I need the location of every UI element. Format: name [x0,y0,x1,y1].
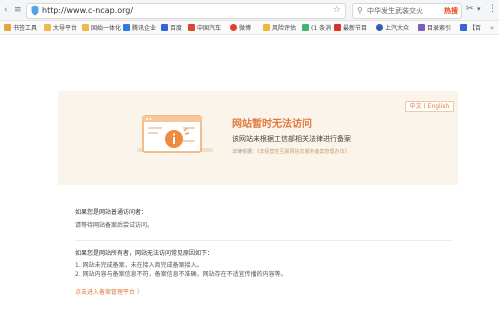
bookmark-item[interactable]: 上汽大众 [376,22,409,33]
search-icon: ⚲ [357,6,363,15]
browser-toolbar: ‹ ≡ http://www.c-ncap.org/ ☆ ⚲ 中华发生武装交火 … [0,0,499,21]
site-icon [334,24,341,31]
visitor-line: 请等待网站备案后尝试访问。 [75,222,154,229]
bookmark-item[interactable]: 最新节目 [334,22,367,33]
bookmark-label: 固始一体化 [91,25,122,32]
bookmark-label: 风险评估 [272,25,297,32]
language-switch[interactable]: 中文丨English [405,101,454,112]
bookmark-label: 微博 [239,25,252,32]
bookmark-item[interactable]: 固始一体化 [82,22,121,33]
notice-title: 网站暂时无法访问 [232,119,312,130]
bookmark-item[interactable]: 中国汽车 [188,22,221,33]
bookmark-star-icon[interactable]: ☆ [333,4,341,17]
address-bar[interactable]: http://www.c-ncap.org/ ☆ [26,3,346,19]
chat-icon [302,24,309,31]
dropdown-icon[interactable]: ▾ [477,3,481,16]
weibo-icon [230,24,237,31]
bookmark-label: 上汽大众 [385,25,410,32]
scissors-icon[interactable]: ✂ [466,3,474,16]
bookmark-label: 书签工具 [13,25,38,32]
bookmark-item[interactable]: (1 条消 [302,22,331,33]
menu-icon[interactable]: ≡ [14,4,22,16]
bookmark-label: 目录索引 [427,25,452,32]
legal-link[interactable]: 《非经营性互联网信息服务备案管理办法》 [257,149,350,155]
filing-platform-link[interactable]: 点击进入备案管理平台 〉 [75,289,143,297]
legal-basis: 法律依据：《非经营性互联网信息服务备案管理办法》 [232,149,350,156]
bookmark-item[interactable]: 风险评估 [263,22,296,33]
folder-icon [44,24,51,31]
bookmark-label: 大导平台 [53,25,78,32]
bookmark-label: 中国汽车 [197,25,222,32]
bookmark-label: 【百 [469,25,482,32]
owner-reason-2: 2. 网站内容与备案信息不符，备案信息不准确，网站存在不适宜传播的内容等。 [75,271,287,278]
bookmark-label: 腾讯企业 [132,25,157,32]
browser-warning-illustration [137,115,213,153]
bookmark-label: 最新节目 [343,25,368,32]
bookmark-label: (1 条消 [311,25,332,32]
more-icon[interactable]: ⋮ [488,3,497,16]
bookmarks-bar: 书签工具 大导平台 固始一体化 腾讯企业 百度 中国汽车 微博 风险评估 (1 … [0,21,499,35]
bookmark-item[interactable]: 微博 [230,22,251,33]
notice-subtitle: 该网站未根据工信部相关法律进行备案 [232,135,351,143]
bookmark-label: 百度 [170,25,183,32]
folder-icon [263,24,270,31]
search-box[interactable]: ⚲ 中华发生武装交火 热搜 [352,3,462,19]
vw-icon [376,24,383,31]
site-icon [460,24,467,31]
shield-icon [31,5,39,16]
back-icon[interactable]: ‹ [4,4,8,16]
bookmark-item[interactable]: 【百 [460,22,481,33]
tencent-icon [123,24,130,31]
legal-prefix: 法律依据： [232,149,258,155]
bookmark-item[interactable]: 书签工具 [4,22,37,33]
owner-reason-1: 1. 网站未完成备案，未在接入商完成备案接入。 [75,262,203,269]
owner-heading: 如果您是网站所有者，网站无法访问常见原因如下： [75,250,214,257]
bookmark-item[interactable]: 百度 [161,22,182,33]
bookmark-item[interactable]: 腾讯企业 [123,22,156,33]
url-text: http://www.c-ncap.org/ [42,6,134,15]
bookmark-item[interactable]: 大导平台 [44,22,77,33]
folder-icon [82,24,89,31]
site-icon [188,24,195,31]
visitor-heading: 如果您是网站普通访问者： [75,209,148,216]
folder-icon [4,24,11,31]
more-bookmarks-icon[interactable]: » [490,22,494,33]
bookmark-item[interactable]: 目录索引 [418,22,451,33]
baidu-icon [161,24,168,31]
hot-search-badge[interactable]: 热搜 [444,5,458,17]
search-input[interactable]: 中华发生武装交火 [367,5,423,17]
section-divider [75,240,452,241]
site-icon [418,24,425,31]
